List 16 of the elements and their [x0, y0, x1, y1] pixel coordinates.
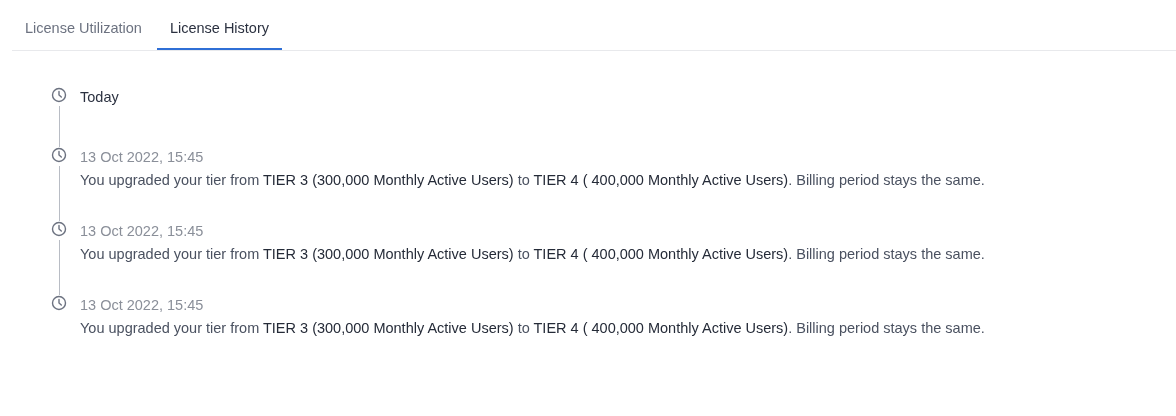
- timeline-line: [58, 240, 60, 295]
- event-timestamp: 13 Oct 2022, 15:45: [80, 296, 205, 315]
- event-description: You upgraded your tier from TIER 3 (300,000 Monthly Active Users) to TIER 4 ( 400,000 Monthly Active Users). Billing period stays the same.: [80, 319, 985, 338]
- timeline-heading: Today: [80, 88, 119, 107]
- clock-icon: [51, 295, 67, 311]
- clock-icon: [51, 87, 67, 103]
- event-timestamp: 13 Oct 2022, 15:45: [80, 222, 205, 241]
- clock-icon: [51, 221, 67, 237]
- timeline-line: [58, 166, 60, 221]
- tab[interactable]: License Utilization: [12, 0, 155, 50]
- timeline-line: [58, 106, 60, 147]
- event-description: You upgraded your tier from TIER 3 (300,000 Monthly Active Users) to TIER 4 ( 400,000 Monthly Active Users). Billing period stays the same.: [80, 245, 985, 264]
- event-timestamp: 13 Oct 2022, 15:45: [80, 148, 205, 167]
- tab[interactable]: License History: [156, 0, 282, 50]
- clock-icon: [51, 147, 67, 163]
- event-description: You upgraded your tier from TIER 3 (300,000 Monthly Active Users) to TIER 4 ( 400,000 Monthly Active Users). Billing period stays the same.: [80, 171, 985, 190]
